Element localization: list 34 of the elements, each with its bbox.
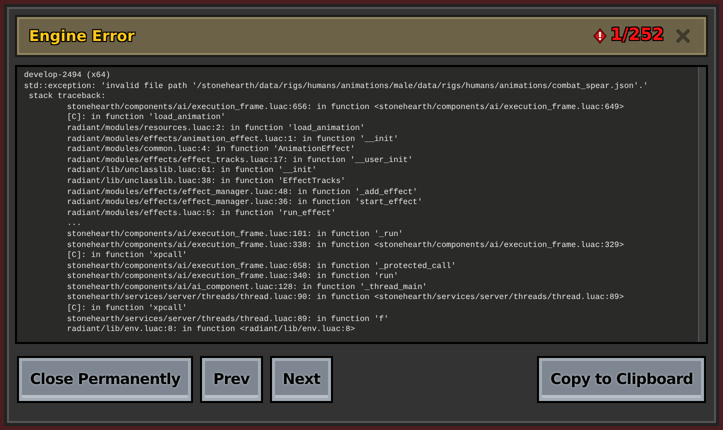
close-icon[interactable]	[676, 29, 690, 43]
log-line: stonehearth/components/ai/execution_frame.luac:340: in function 'run'	[67, 272, 398, 283]
log-line: stack traceback:	[28, 92, 106, 103]
log-line: ...	[67, 219, 82, 230]
log-line: stonehearth/components/ai/execution_frame.luac:101: in function '_run'	[67, 230, 404, 240]
dialog-button[interactable]: Close Permanently	[17, 356, 194, 403]
log-line: radiant/modules/effects/animation_effect.luac:1: in function '__init'	[67, 134, 398, 145]
log-line: [C]: in function 'xpcall'	[67, 251, 188, 262]
scrollbar[interactable]	[698, 67, 706, 342]
log-line: [C]: in function 'xpcall'	[67, 304, 188, 315]
dialog-button[interactable]: Prev	[200, 356, 263, 403]
log-line: stonehearth/components/ai/ai_component.luac:128: in function '_thread_main'	[67, 282, 428, 293]
log-line: radiant/lib/unclasslib.luac:38: in function 'EffectTracks'	[67, 176, 346, 188]
window-title: Engine Error	[29, 26, 135, 47]
log-line: stonehearth/components/ai/execution_frame.luac:656: in function <stonehearth/components/ai/execution_frame.luac:649>	[67, 102, 624, 113]
log-line: radiant/modules/effects/effect_manager.luac:48: in function '_add_effect'	[67, 188, 418, 198]
log-line: stonehearth/components/ai/execution_frame.luac:658: in function '_protected_call'	[67, 262, 456, 272]
log-line: radiant/lib/unclasslib.luac:61: in function '__init'	[67, 166, 317, 177]
log-line: stonehearth/services/server/threads/thread.luac:89: in function 'f'	[67, 314, 389, 325]
log-line: radiant/modules/effects/effect_tracks.luac:17: in function '__user_init'	[67, 156, 413, 166]
log-line: radiant/modules/effects/effect_manager.luac:36: in function 'start_effect'	[67, 198, 422, 209]
dialog-button[interactable]: Copy to Clipboard	[537, 356, 706, 403]
dialog-button[interactable]: Next	[270, 356, 334, 403]
error-icon	[593, 28, 608, 44]
log-line: [C]: in function 'load_animation'	[67, 113, 226, 124]
log-line: develop-2494 (x64)	[24, 71, 110, 82]
log-line: stonehearth/components/ai/execution_frame.luac:338: in function <stonehearth/components/ai/execution_frame.luac:329>	[67, 240, 624, 251]
log-line: radiant/modules/common.luac:4: in function 'AnimationEffect'	[67, 145, 356, 156]
log-line: stonehearth/services/server/threads/thread.luac:90: in function <stonehearth/services/server/threads/thread.luac:89>	[67, 293, 624, 304]
log-line: std::exception: 'invalid file path '/stonehearth/data/rigs/humans/animations/male/data/rigs/humans/animations/combat_spear.json'.'	[24, 82, 648, 92]
log-line: radiant/lib/env.luac:8: in function <radiant/lib/env.luac:8>	[67, 325, 356, 336]
error-count: 1/252	[610, 24, 664, 48]
log-line: radiant/modules/resources.luac:2: in function 'load_animation'	[67, 124, 365, 135]
log-line: radiant/modules/effects.luac:5: in function 'run_effect'	[67, 208, 336, 220]
